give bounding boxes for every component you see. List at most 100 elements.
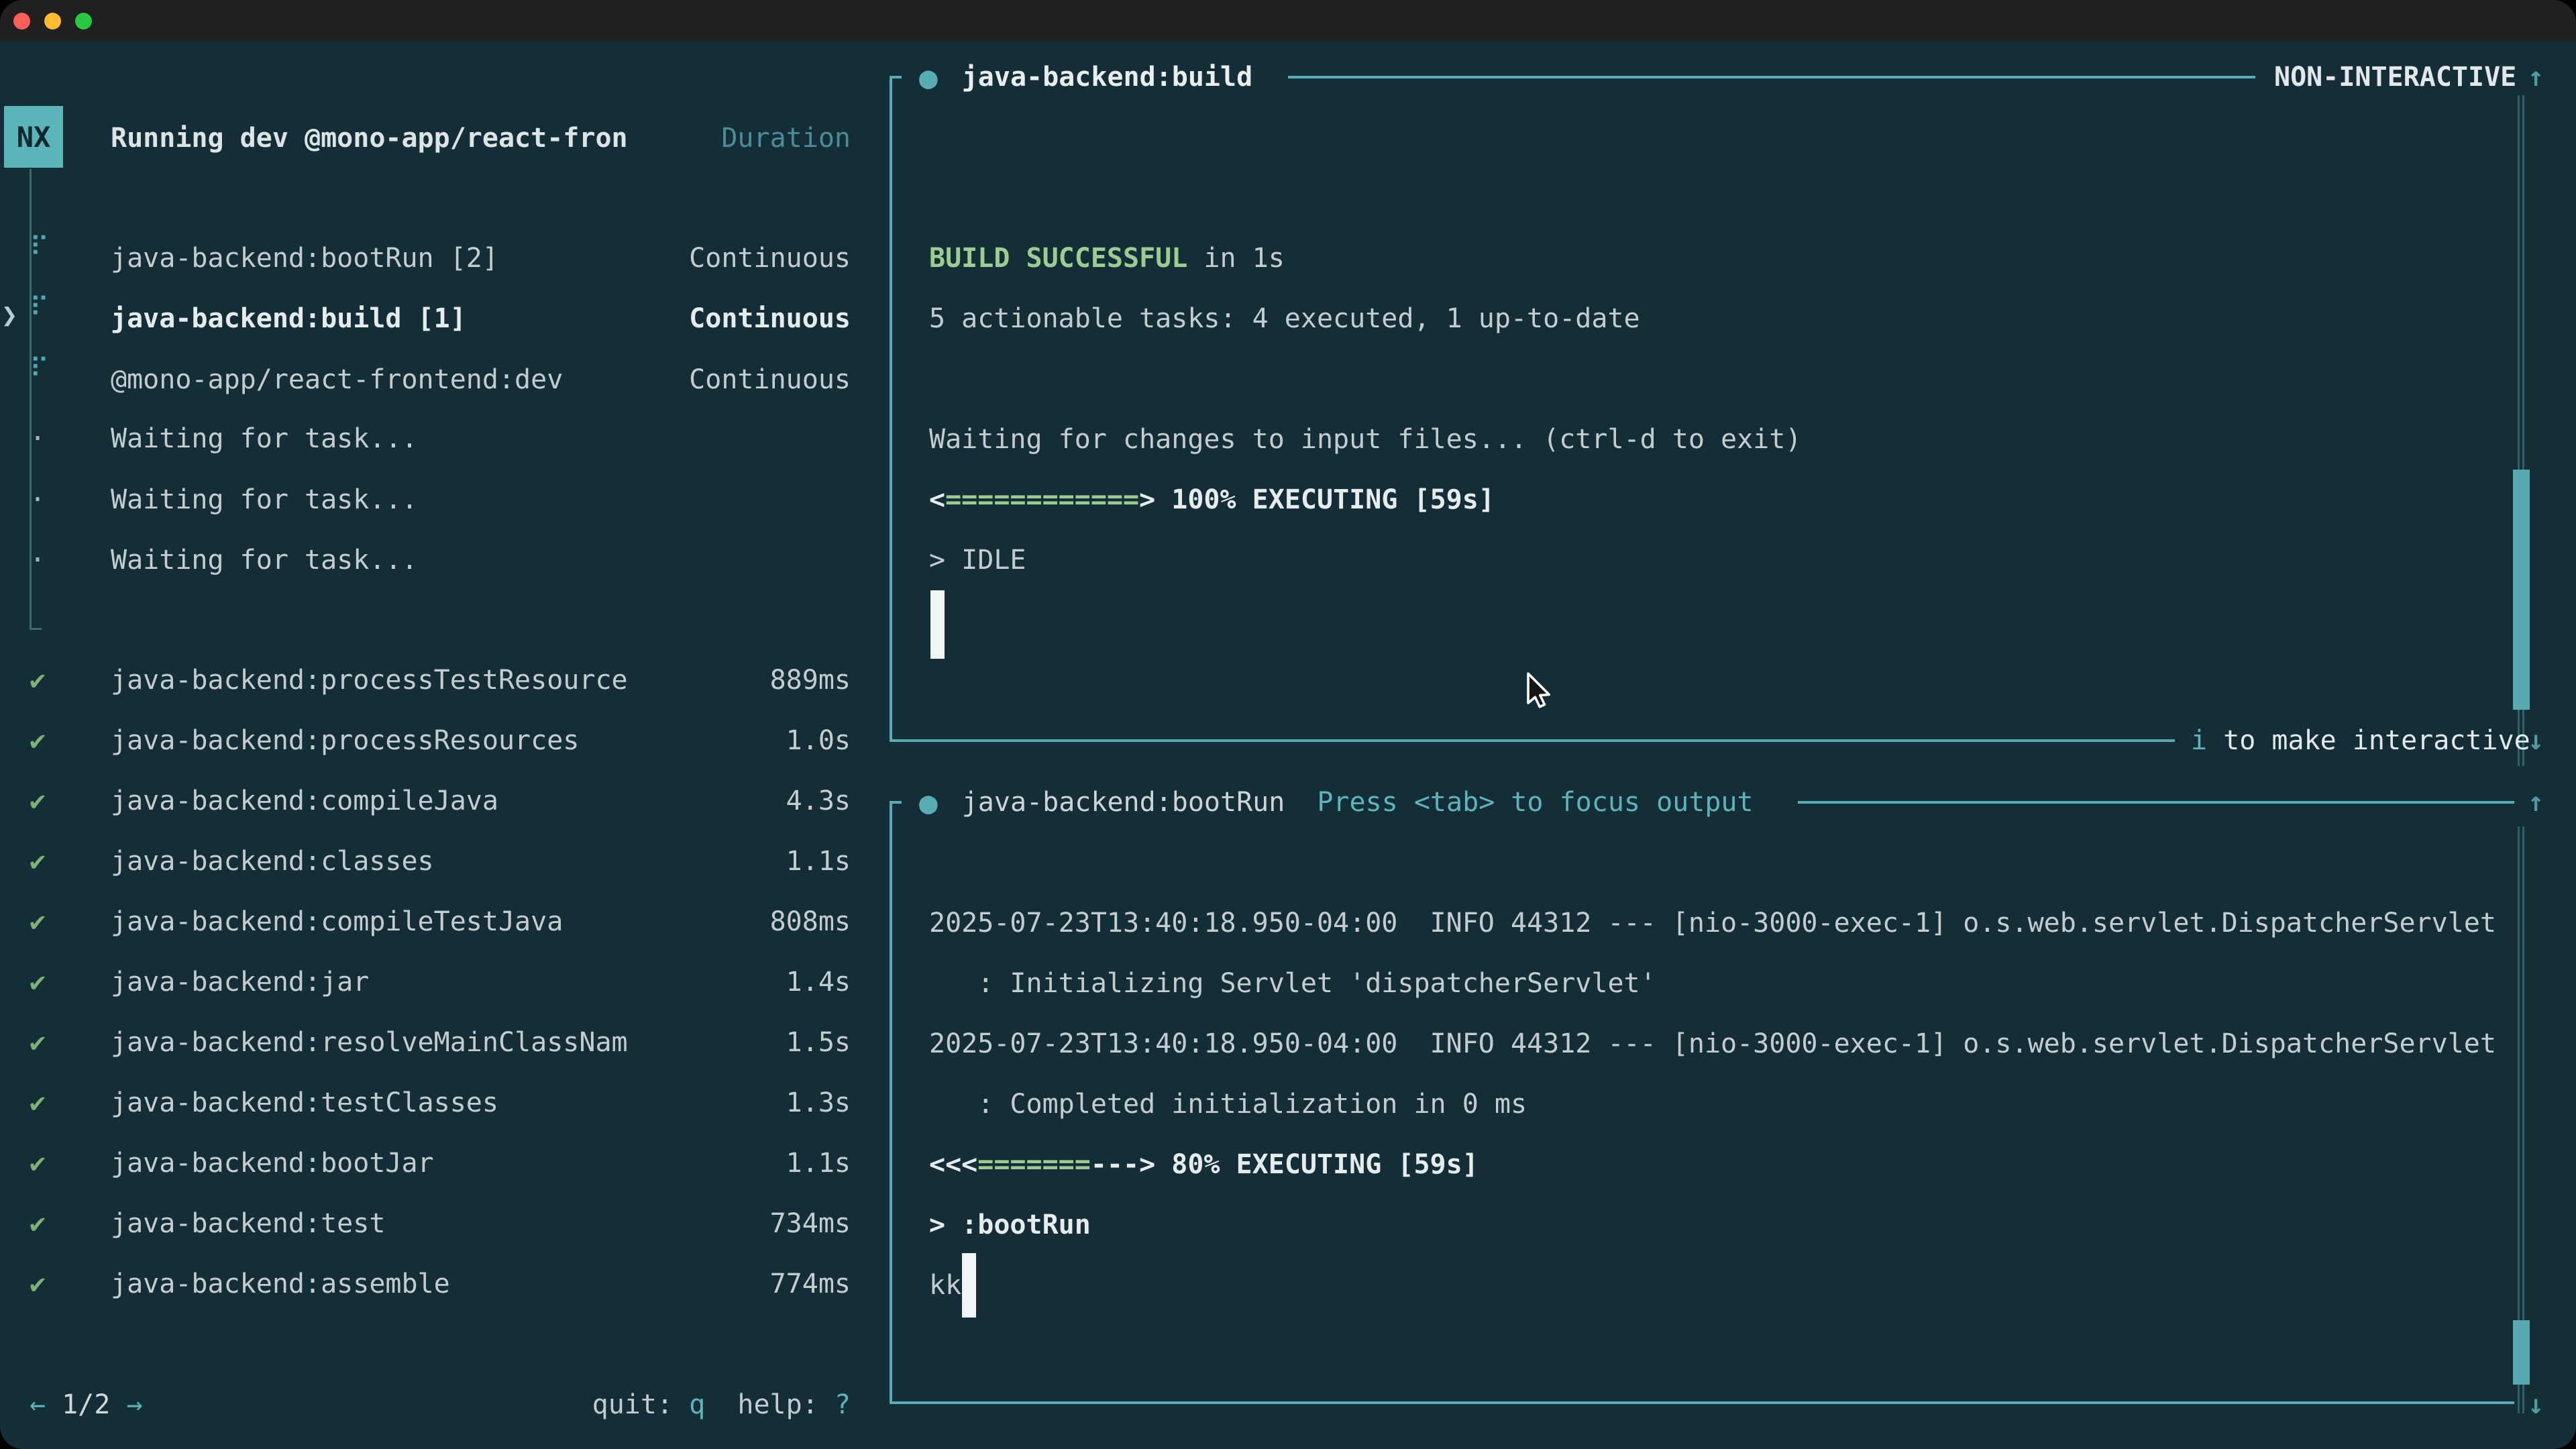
build-scroll-up-row: ↑ — [2528, 58, 2544, 96]
task-label: Waiting for task... — [111, 484, 418, 515]
check-icon: ✔ — [30, 1208, 46, 1239]
bootrun-input-line[interactable]: kk — [929, 1267, 961, 1304]
task-tree-corner — [30, 628, 42, 630]
interactive-hint-key[interactable]: i — [2191, 725, 2207, 756]
task-row[interactable]: ✔ java-backend:compileTestJava 808ms — [0, 903, 851, 941]
quit-label: quit: — [592, 1389, 673, 1420]
task-list-header: Running dev @mono-app/react-fron Duratio… — [0, 119, 851, 157]
bootrun-status-dot-icon: ● — [919, 784, 938, 820]
task-label: java-backend:build [1] — [111, 303, 466, 334]
task-duration: 1.1s — [786, 1148, 851, 1179]
zoom-button-icon[interactable] — [75, 13, 92, 30]
build-idle-line: > IDLE — [929, 541, 1026, 579]
task-duration: 889ms — [770, 665, 851, 696]
quit-key[interactable]: q — [689, 1389, 705, 1420]
task-duration: Continuous — [689, 364, 851, 395]
help-label: help: — [737, 1389, 818, 1420]
waiting-dot-icon: · — [30, 423, 46, 454]
terminal-window: NX Running dev @mono-app/react-fron Dura… — [0, 0, 2576, 1449]
task-list-title: Running dev @mono-app/react-fron — [111, 123, 628, 154]
duration-column-header: Duration — [721, 123, 851, 154]
spinner-icon: ⠏ — [30, 232, 49, 263]
bootrun-terminal-cursor — [962, 1253, 976, 1318]
task-duration: Continuous — [689, 303, 851, 334]
bootrun-bottom-border — [890, 1401, 2514, 1404]
task-row[interactable]: ✔ java-backend:testClasses 1.3s — [0, 1084, 851, 1122]
task-duration: 1.0s — [786, 725, 851, 756]
scroll-up-icon[interactable]: ↑ — [2528, 62, 2544, 93]
build-scrollbar-thumb[interactable] — [2513, 470, 2530, 710]
build-waiting-line: Waiting for changes to input files... (c… — [929, 421, 1801, 458]
build-panel-title: java-backend:build — [962, 62, 1252, 93]
check-icon: ✔ — [30, 1269, 46, 1299]
task-label: java-backend:processTestResource — [111, 665, 628, 696]
task-duration: 734ms — [770, 1208, 851, 1239]
check-icon: ✔ — [30, 967, 46, 998]
bootrun-scrollbar-thumb[interactable] — [2513, 1320, 2530, 1385]
task-row[interactable]: · Waiting for task... — [0, 541, 851, 579]
close-button-icon[interactable] — [13, 13, 30, 30]
task-row[interactable]: ✔ java-backend:bootJar 1.1s — [0, 1144, 851, 1182]
task-row[interactable]: ⠏ @mono-app/react-frontend:dev Continuou… — [0, 361, 851, 398]
help-key[interactable]: ? — [835, 1389, 851, 1420]
task-label: java-backend:test — [111, 1208, 385, 1239]
bootrun-panel-title: java-backend:bootRun — [962, 787, 1285, 818]
bootrun-log-line: : Initializing Servlet 'dispatcherServle… — [929, 965, 1656, 1002]
task-label: Waiting for task... — [111, 423, 418, 454]
build-mode-label-row: NON-INTERACTIVE — [2274, 58, 2516, 96]
task-row[interactable]: ✔ java-backend:assemble 774ms — [0, 1265, 851, 1303]
task-row[interactable]: ✔ java-backend:resolveMainClassNam 1.5s — [0, 1024, 851, 1061]
check-icon: ✔ — [30, 786, 46, 816]
task-label: java-backend:classes — [111, 846, 434, 877]
task-row[interactable]: ✔ java-backend:jar 1.4s — [0, 963, 851, 1001]
build-panel-left-border — [890, 76, 892, 741]
mouse-cursor — [1520, 671, 1558, 714]
task-row[interactable]: ✔ java-backend:compileJava 4.3s — [0, 782, 851, 820]
task-duration: 1.5s — [786, 1027, 851, 1058]
spinner-icon: ⠏ — [30, 354, 49, 384]
titlebar[interactable] — [0, 0, 2576, 42]
minimize-button-icon[interactable] — [44, 13, 61, 30]
task-duration: 808ms — [770, 906, 851, 937]
scroll-up-icon[interactable]: ↑ — [2528, 787, 2544, 818]
task-row[interactable]: ✔ java-backend:processResources 1.0s — [0, 722, 851, 759]
task-row[interactable]: ✔ java-backend:test 734ms — [0, 1205, 851, 1242]
build-summary-line: 5 actionable tasks: 4 executed, 1 up-to-… — [929, 300, 1640, 337]
task-row[interactable]: ⠏ java-backend:build [1] Continuous — [0, 300, 851, 337]
task-duration: 1.3s — [786, 1087, 851, 1118]
non-interactive-label: NON-INTERACTIVE — [2274, 62, 2516, 93]
task-row[interactable]: ✔ java-backend:processTestResource 889ms — [0, 661, 851, 699]
task-label: java-backend:bootJar — [111, 1148, 434, 1179]
task-row[interactable]: · Waiting for task... — [0, 481, 851, 519]
interactive-hint-text: to make interactive — [2223, 725, 2530, 756]
check-icon: ✔ — [30, 906, 46, 937]
task-row[interactable]: ⠏ java-backend:bootRun [2] Continuous — [0, 239, 851, 277]
bootrun-scroll-up-row: ↑ — [2528, 784, 2544, 821]
task-label: java-backend:jar — [111, 967, 369, 998]
task-duration: 774ms — [770, 1269, 851, 1299]
task-label: java-backend:compileJava — [111, 786, 498, 816]
task-label: @mono-app/react-frontend:dev — [111, 364, 563, 395]
bootrun-prompt-line: > :bootRun — [929, 1206, 1091, 1244]
terminal-content: NX Running dev @mono-app/react-fron Dura… — [0, 42, 2576, 1449]
task-duration: 4.3s — [786, 786, 851, 816]
build-scroll-down-row: ↓ — [2528, 722, 2544, 759]
task-duration: Continuous — [689, 243, 851, 274]
check-icon: ✔ — [30, 1027, 46, 1058]
check-icon: ✔ — [30, 1148, 46, 1179]
scroll-down-icon[interactable]: ↓ — [2528, 725, 2544, 756]
task-duration: 1.1s — [786, 846, 851, 877]
bootrun-scroll-down-row: ↓ — [2528, 1386, 2544, 1424]
task-label: java-backend:processResources — [111, 725, 579, 756]
build-status-dot-icon: ● — [919, 59, 938, 95]
scroll-down-icon[interactable]: ↓ — [2528, 1389, 2544, 1420]
build-successful-text: BUILD SUCCESSFUL — [929, 243, 1187, 274]
bootrun-progress-bar: <<<=======---> 80% EXECUTING [59s] — [929, 1146, 1479, 1183]
build-header-line — [1288, 76, 2255, 78]
task-row[interactable]: ✔ java-backend:classes 1.1s — [0, 843, 851, 880]
build-terminal-cursor — [930, 590, 945, 659]
task-row[interactable]: · Waiting for task... — [0, 420, 851, 458]
waiting-dot-icon: · — [30, 545, 46, 576]
task-label: java-backend:compileTestJava — [111, 906, 563, 937]
check-icon: ✔ — [30, 665, 46, 696]
